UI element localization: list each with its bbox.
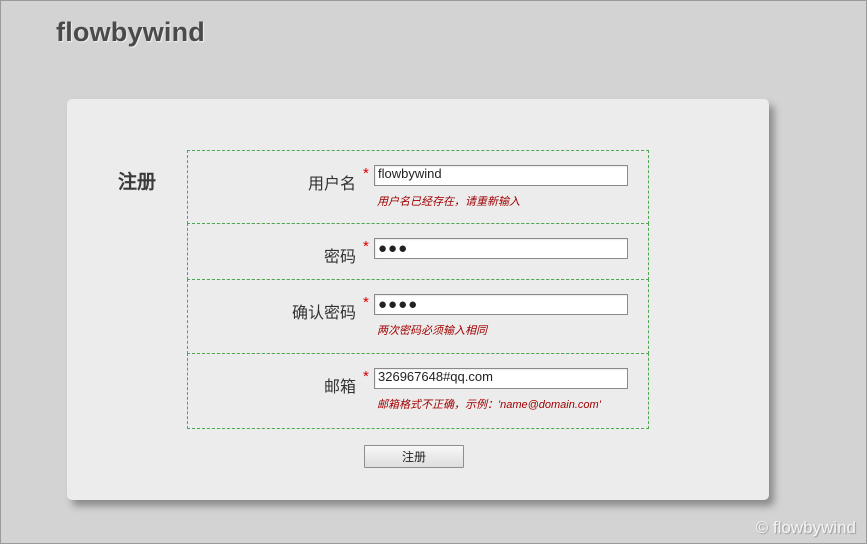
required-mark: * [363,294,369,311]
username-row: 用户名 * flowbywind 用户名已经存在，请重新输入 [187,150,649,224]
required-mark: * [363,165,369,182]
required-mark: * [363,368,369,385]
password-input[interactable]: ●●● [374,238,628,259]
username-label: 用户名 [307,176,356,193]
required-mark: * [363,238,369,255]
register-button[interactable]: 注册 [364,445,464,468]
form-heading: 注册 [118,172,157,193]
confirm-password-label: 确认密码 [291,305,356,322]
password-row: 密码 * ●●● [187,223,649,280]
email-error: 邮箱格式不正确，示例：'name@domain.com' [377,399,601,411]
site-title: flowbywind [56,17,205,47]
email-row: 邮箱 * 326967648#qq.com 邮箱格式不正确，示例：'name@d… [187,353,649,429]
registration-form: 用户名 * flowbywind 用户名已经存在，请重新输入 密码 * ●●● … [187,150,649,429]
email-label: 邮箱 [323,379,356,396]
username-error: 用户名已经存在，请重新输入 [377,196,520,208]
confirm-password-input[interactable]: ●●●● [374,294,628,315]
confirm-password-error: 两次密码必须输入相同 [377,325,487,337]
watermark: © flowbywind [755,518,856,537]
email-input[interactable]: 326967648#qq.com [374,368,628,389]
password-label: 密码 [323,249,356,266]
registration-card: 注册 用户名 * flowbywind 用户名已经存在，请重新输入 密码 * ●… [67,99,769,500]
confirm-password-row: 确认密码 * ●●●● 两次密码必须输入相同 [187,279,649,354]
username-input[interactable]: flowbywind [374,165,628,186]
